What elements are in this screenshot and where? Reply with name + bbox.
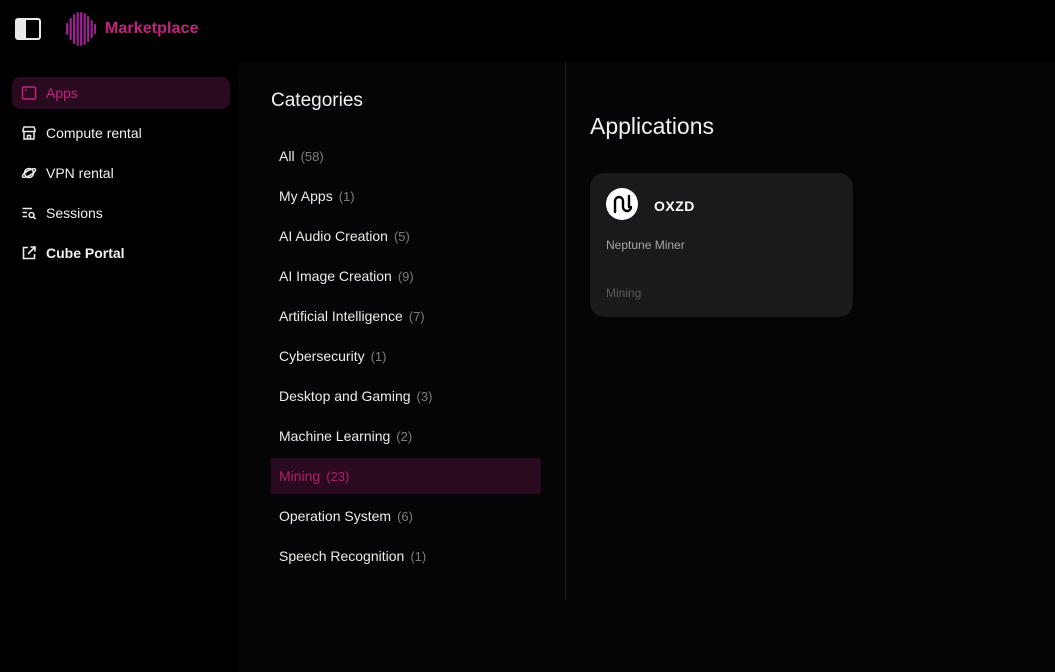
categories-list: All (58) My Apps (1) AI Audio Creation (…	[271, 138, 541, 578]
category-count: (7)	[408, 308, 425, 324]
category-ai-audio-creation[interactable]: AI Audio Creation (5)	[271, 218, 541, 254]
sidebar-item-label: Sessions	[46, 205, 103, 221]
category-count: (1)	[338, 188, 355, 204]
sidebar-item-label: Compute rental	[46, 125, 142, 141]
category-count: (1)	[370, 348, 387, 364]
category-artificial-intelligence[interactable]: Artificial Intelligence (7)	[271, 298, 541, 334]
marketplace-logo-icon	[66, 12, 96, 46]
category-mining[interactable]: Mining (23)	[271, 458, 541, 494]
category-speech-recognition[interactable]: Speech Recognition (1)	[271, 538, 541, 574]
category-count: (1)	[410, 548, 427, 564]
category-my-apps[interactable]: My Apps (1)	[271, 178, 541, 214]
applications-panel: Applications OXZD Neptune Miner Mining	[566, 62, 1055, 672]
category-count: (3)	[416, 388, 433, 404]
neptune-logo-icon	[606, 188, 638, 220]
sidebar-item-apps[interactable]: Apps	[12, 77, 230, 109]
category-machine-learning[interactable]: Machine Learning (2)	[271, 418, 541, 454]
sidebar-item-sessions[interactable]: Sessions	[12, 197, 230, 229]
category-label: Speech Recognition	[279, 548, 405, 564]
store-icon	[21, 125, 37, 141]
category-label: Desktop and Gaming	[279, 388, 411, 404]
sidebar-item-compute-rental[interactable]: Compute rental	[12, 117, 230, 149]
category-label: Artificial Intelligence	[279, 308, 403, 324]
top-bar: Marketplace	[0, 0, 1055, 60]
planet-icon	[21, 165, 37, 181]
list-search-icon	[21, 205, 37, 221]
category-label: My Apps	[279, 188, 333, 204]
categories-title: Categories	[271, 90, 363, 111]
window-icon	[21, 85, 37, 101]
category-ai-image-creation[interactable]: AI Image Creation (9)	[271, 258, 541, 294]
category-label: All	[279, 148, 295, 164]
category-label: Mining	[279, 468, 321, 484]
applications-title: Applications	[590, 113, 715, 139]
category-count: (9)	[397, 268, 414, 284]
category-count: (23)	[326, 468, 350, 484]
sidebar-nav: Apps Compute rental VPN rental Sessions …	[12, 77, 230, 277]
sidebar-item-vpn-rental[interactable]: VPN rental	[12, 157, 230, 189]
category-label: Operation System	[279, 508, 392, 524]
sidebar-item-label: Cube Portal	[46, 245, 125, 261]
marketplace-app: Marketplace Apps Compute rental VPN rent…	[0, 0, 1055, 672]
category-operation-system[interactable]: Operation System (6)	[271, 498, 541, 534]
category-label: AI Audio Creation	[279, 228, 388, 244]
category-count: (58)	[300, 148, 324, 164]
category-label: Cybersecurity	[279, 348, 365, 364]
brand-name: Marketplace	[105, 20, 199, 37]
category-count: (5)	[393, 228, 410, 244]
category-count: (2)	[396, 428, 413, 444]
categories-panel: Categories All (58) My Apps (1) AI Audio…	[238, 62, 566, 672]
category-cybersecurity[interactable]: Cybersecurity (1)	[271, 338, 541, 374]
category-label: Machine Learning	[279, 428, 391, 444]
app-card[interactable]: OXZD Neptune Miner Mining	[590, 173, 853, 317]
app-category-tag: Mining	[606, 286, 642, 300]
category-all[interactable]: All (58)	[271, 138, 541, 174]
category-count: (6)	[397, 508, 413, 524]
sidebar-item-cube-portal[interactable]: Cube Portal	[12, 237, 230, 269]
sidebar-item-label: VPN rental	[46, 165, 114, 181]
sidebar-item-label: Apps	[46, 85, 78, 101]
category-label: AI Image Creation	[279, 268, 392, 284]
sidebar-toggle-icon[interactable]	[15, 18, 41, 40]
category-desktop-and-gaming[interactable]: Desktop and Gaming (3)	[271, 378, 541, 414]
external-link-icon	[21, 245, 37, 261]
app-description: Neptune Miner	[606, 238, 685, 252]
app-name: OXZD	[654, 198, 695, 214]
